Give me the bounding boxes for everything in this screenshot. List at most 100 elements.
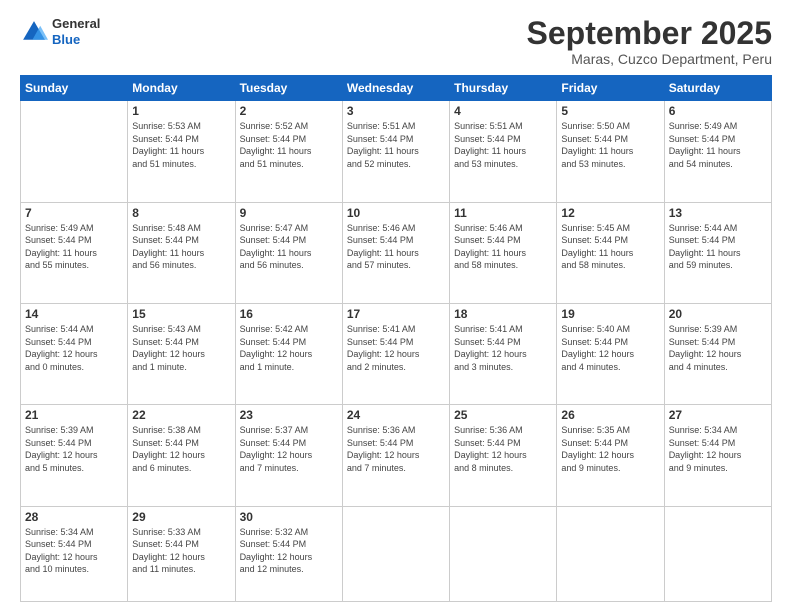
day-number: 3 (347, 104, 445, 118)
calendar-cell: 10 Sunrise: 5:46 AM Sunset: 5:44 PM Dayli… (342, 202, 449, 303)
logo-icon (20, 18, 48, 46)
day-info: Sunrise: 5:49 AM Sunset: 5:44 PM Dayligh… (25, 222, 123, 272)
day-number: 6 (669, 104, 767, 118)
day-info: Sunrise: 5:39 AM Sunset: 5:44 PM Dayligh… (25, 424, 123, 474)
calendar-cell: 9Sunrise: 5:47 AM Sunset: 5:44 PM Daylig… (235, 202, 342, 303)
day-info: Sunrise: 5:40 AM Sunset: 5:44 PM Dayligh… (561, 323, 659, 373)
calendar-cell (557, 506, 664, 601)
day-info: Sunrise: 5:43 AM Sunset: 5:44 PM Dayligh… (132, 323, 230, 373)
weekday-saturday: Saturday (664, 76, 771, 101)
day-info: Sunrise: 5:34 AM Sunset: 5:44 PM Dayligh… (669, 424, 767, 474)
calendar-cell: 16 Sunrise: 5:42 AM Sunset: 5:44 PM Dayli… (235, 303, 342, 404)
logo-line2: Blue (52, 32, 100, 48)
calendar-cell: 27 Sunrise: 5:34 AM Sunset: 5:44 PM Dayli… (664, 405, 771, 506)
day-number: 16 (240, 307, 338, 321)
day-info: Sunrise: 5:44 AM Sunset: 5:44 PM Dayligh… (25, 323, 123, 373)
day-number: 14 (25, 307, 123, 321)
day-info: Sunrise: 5:47 AM Sunset: 5:44 PM Dayligh… (240, 222, 338, 272)
week-row-3: 14 Sunrise: 5:44 AM Sunset: 5:44 PM Dayli… (21, 303, 772, 404)
day-info: Sunrise: 5:42 AM Sunset: 5:44 PM Dayligh… (240, 323, 338, 373)
day-number: 17 (347, 307, 445, 321)
day-number: 2 (240, 104, 338, 118)
calendar-cell: 17 Sunrise: 5:41 AM Sunset: 5:44 PM Dayli… (342, 303, 449, 404)
calendar-cell: 1 Sunrise: 5:53 AM Sunset: 5:44 PM Daylig… (128, 101, 235, 202)
calendar-cell: 11 Sunrise: 5:46 AM Sunset: 5:44 PM Dayli… (450, 202, 557, 303)
calendar-cell: 30Sunrise: 5:32 AM Sunset: 5:44 PM Dayli… (235, 506, 342, 601)
day-number: 11 (454, 206, 552, 220)
week-row-1: 1 Sunrise: 5:53 AM Sunset: 5:44 PM Daylig… (21, 101, 772, 202)
week-row-5: 28 Sunrise: 5:34 AM Sunset: 5:44 PM Dayli… (21, 506, 772, 601)
calendar-cell: 7 Sunrise: 5:49 AM Sunset: 5:44 PM Daylig… (21, 202, 128, 303)
calendar-cell: 18 Sunrise: 5:41 AM Sunset: 5:44 PM Dayli… (450, 303, 557, 404)
day-number: 13 (669, 206, 767, 220)
day-number: 23 (240, 408, 338, 422)
calendar-cell: 29 Sunrise: 5:33 AM Sunset: 5:44 PM Dayli… (128, 506, 235, 601)
day-info: Sunrise: 5:53 AM Sunset: 5:44 PM Dayligh… (132, 120, 230, 170)
week-row-2: 7 Sunrise: 5:49 AM Sunset: 5:44 PM Daylig… (21, 202, 772, 303)
calendar-cell: 25 Sunrise: 5:36 AM Sunset: 5:44 PM Dayli… (450, 405, 557, 506)
calendar-cell: 14 Sunrise: 5:44 AM Sunset: 5:44 PM Dayli… (21, 303, 128, 404)
logo-line1: General (52, 16, 100, 32)
day-info: Sunrise: 5:32 AM Sunset: 5:44 PM Dayligh… (240, 526, 338, 576)
day-number: 22 (132, 408, 230, 422)
day-number: 7 (25, 206, 123, 220)
weekday-wednesday: Wednesday (342, 76, 449, 101)
day-number: 10 (347, 206, 445, 220)
day-info: Sunrise: 5:38 AM Sunset: 5:44 PM Dayligh… (132, 424, 230, 474)
day-number: 29 (132, 510, 230, 524)
day-number: 28 (25, 510, 123, 524)
calendar-cell (342, 506, 449, 601)
day-info: Sunrise: 5:33 AM Sunset: 5:44 PM Dayligh… (132, 526, 230, 576)
day-number: 25 (454, 408, 552, 422)
day-info: Sunrise: 5:37 AM Sunset: 5:44 PM Dayligh… (240, 424, 338, 474)
weekday-header-row: SundayMondayTuesdayWednesdayThursdayFrid… (21, 76, 772, 101)
day-info: Sunrise: 5:49 AM Sunset: 5:44 PM Dayligh… (669, 120, 767, 170)
day-info: Sunrise: 5:41 AM Sunset: 5:44 PM Dayligh… (454, 323, 552, 373)
day-number: 20 (669, 307, 767, 321)
page: General Blue September 2025 Maras, Cuzco… (0, 0, 792, 612)
calendar-cell (664, 506, 771, 601)
location-subtitle: Maras, Cuzco Department, Peru (527, 51, 772, 67)
day-info: Sunrise: 5:44 AM Sunset: 5:44 PM Dayligh… (669, 222, 767, 272)
calendar-cell: 26Sunrise: 5:35 AM Sunset: 5:44 PM Dayli… (557, 405, 664, 506)
calendar-cell: 2 Sunrise: 5:52 AM Sunset: 5:44 PM Daylig… (235, 101, 342, 202)
day-info: Sunrise: 5:41 AM Sunset: 5:44 PM Dayligh… (347, 323, 445, 373)
calendar-cell: 4Sunrise: 5:51 AM Sunset: 5:44 PM Daylig… (450, 101, 557, 202)
calendar-table: SundayMondayTuesdayWednesdayThursdayFrid… (20, 75, 772, 602)
calendar-cell: 21 Sunrise: 5:39 AM Sunset: 5:44 PM Dayli… (21, 405, 128, 506)
day-info: Sunrise: 5:36 AM Sunset: 5:44 PM Dayligh… (347, 424, 445, 474)
day-info: Sunrise: 5:45 AM Sunset: 5:44 PM Dayligh… (561, 222, 659, 272)
calendar-cell: 28 Sunrise: 5:34 AM Sunset: 5:44 PM Dayli… (21, 506, 128, 601)
logo-text: General Blue (52, 16, 100, 47)
day-number: 18 (454, 307, 552, 321)
day-number: 15 (132, 307, 230, 321)
day-number: 27 (669, 408, 767, 422)
calendar-cell: 24Sunrise: 5:36 AM Sunset: 5:44 PM Dayli… (342, 405, 449, 506)
calendar-cell: 15 Sunrise: 5:43 AM Sunset: 5:44 PM Dayli… (128, 303, 235, 404)
day-number: 21 (25, 408, 123, 422)
weekday-tuesday: Tuesday (235, 76, 342, 101)
calendar-cell: 5Sunrise: 5:50 AM Sunset: 5:44 PM Daylig… (557, 101, 664, 202)
logo: General Blue (20, 16, 100, 47)
day-info: Sunrise: 5:36 AM Sunset: 5:44 PM Dayligh… (454, 424, 552, 474)
weekday-friday: Friday (557, 76, 664, 101)
day-info: Sunrise: 5:46 AM Sunset: 5:44 PM Dayligh… (454, 222, 552, 272)
day-number: 12 (561, 206, 659, 220)
day-number: 1 (132, 104, 230, 118)
calendar-cell: 3 Sunrise: 5:51 AM Sunset: 5:44 PM Daylig… (342, 101, 449, 202)
weekday-monday: Monday (128, 76, 235, 101)
day-info: Sunrise: 5:34 AM Sunset: 5:44 PM Dayligh… (25, 526, 123, 576)
day-info: Sunrise: 5:52 AM Sunset: 5:44 PM Dayligh… (240, 120, 338, 170)
weekday-thursday: Thursday (450, 76, 557, 101)
calendar-cell: 19 Sunrise: 5:40 AM Sunset: 5:44 PM Dayli… (557, 303, 664, 404)
day-number: 5 (561, 104, 659, 118)
day-number: 19 (561, 307, 659, 321)
month-title: September 2025 (527, 16, 772, 51)
calendar-cell: 12 Sunrise: 5:45 AM Sunset: 5:44 PM Dayli… (557, 202, 664, 303)
day-info: Sunrise: 5:51 AM Sunset: 5:44 PM Dayligh… (347, 120, 445, 170)
day-info: Sunrise: 5:46 AM Sunset: 5:44 PM Dayligh… (347, 222, 445, 272)
calendar-cell: 20Sunrise: 5:39 AM Sunset: 5:44 PM Dayli… (664, 303, 771, 404)
day-number: 4 (454, 104, 552, 118)
header: General Blue September 2025 Maras, Cuzco… (20, 16, 772, 67)
calendar-cell (450, 506, 557, 601)
